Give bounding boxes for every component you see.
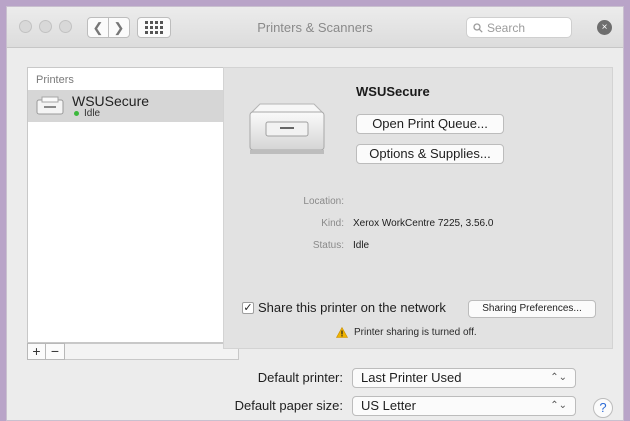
search-placeholder: Search bbox=[487, 20, 526, 35]
chevron-up-down-icon: ⌃⌄ bbox=[550, 400, 567, 411]
kind-label: Kind: bbox=[321, 218, 344, 229]
options-supplies-button[interactable]: Options & Supplies... bbox=[356, 144, 504, 164]
default-printer-label: Default printer: bbox=[257, 370, 343, 385]
printer-list-item-name: WSUSecure bbox=[72, 93, 150, 109]
add-printer-button[interactable]: + bbox=[27, 343, 46, 360]
printer-icon bbox=[36, 96, 64, 115]
share-printer-row: ✓ Share this printer on the network bbox=[242, 300, 446, 315]
add-remove-bar-spacer bbox=[65, 343, 239, 360]
printer-icon bbox=[249, 103, 325, 154]
sharing-warning: Printer sharing is turned off. bbox=[336, 327, 477, 338]
open-print-queue-button[interactable]: Open Print Queue... bbox=[356, 114, 504, 134]
printer-list-header: Printers bbox=[36, 74, 74, 86]
status-dot-icon bbox=[74, 111, 79, 116]
share-printer-label[interactable]: Share this printer on the network bbox=[258, 300, 446, 315]
search-input[interactable]: Search bbox=[466, 17, 572, 38]
search-icon bbox=[473, 22, 483, 33]
clear-search-icon[interactable]: × bbox=[597, 20, 612, 35]
printer-name-heading: WSUSecure bbox=[356, 84, 430, 99]
default-printer-value: Last Printer Used bbox=[361, 370, 462, 385]
help-button[interactable]: ? bbox=[593, 398, 613, 418]
sharing-preferences-button[interactable]: Sharing Preferences... bbox=[468, 300, 596, 318]
printer-detail-panel: WSUSecure Open Print Queue... Options & … bbox=[223, 67, 613, 349]
share-printer-checkbox[interactable]: ✓ bbox=[242, 301, 254, 314]
printers-scanners-window: ❮ ❯ Printers & Scanners Search × Printer… bbox=[6, 6, 624, 421]
printer-list-item-status-text: Idle bbox=[84, 108, 101, 119]
default-printer-select[interactable]: Last Printer Used ⌃⌄ bbox=[352, 368, 576, 388]
remove-printer-button[interactable]: − bbox=[46, 343, 65, 360]
kind-value: Xerox WorkCentre 7225, 3.56.0 bbox=[353, 218, 494, 229]
location-label: Location: bbox=[303, 196, 344, 207]
sharing-warning-text: Printer sharing is turned off. bbox=[354, 327, 477, 338]
printer-list-item-status: Idle bbox=[74, 108, 100, 119]
status-value: Idle bbox=[353, 240, 370, 251]
titlebar: ❮ ❯ Printers & Scanners Search × bbox=[7, 7, 623, 48]
chevron-up-down-icon: ⌃⌄ bbox=[550, 372, 567, 383]
printer-list-item[interactable]: WSUSecure Idle bbox=[28, 90, 238, 122]
status-label: Status: bbox=[312, 240, 344, 251]
add-remove-bar: + − bbox=[27, 343, 239, 360]
default-paper-size-value: US Letter bbox=[361, 398, 416, 413]
printer-list: Printers WSUSecure Idle bbox=[27, 67, 239, 343]
warning-icon bbox=[336, 327, 348, 338]
default-paper-size-label: Default paper size: bbox=[234, 398, 343, 413]
default-paper-size-select[interactable]: US Letter ⌃⌄ bbox=[352, 396, 576, 416]
